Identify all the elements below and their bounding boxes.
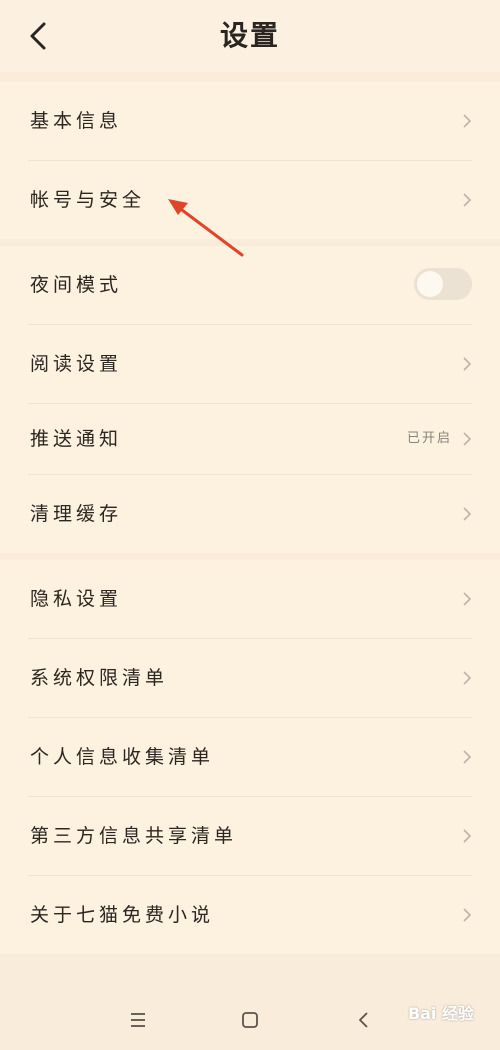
settings-row-account-security[interactable]: 帐号与安全 xyxy=(28,161,472,239)
toggle-knob xyxy=(417,271,443,297)
row-label: 阅读设置 xyxy=(30,353,123,375)
settings-group-general: 夜间模式 阅读设置 推送通知 已开启 清理缓存 xyxy=(0,246,500,553)
row-label: 个人信息收集清单 xyxy=(30,746,215,768)
row-label: 第三方信息共享清单 xyxy=(30,825,238,847)
row-label: 夜间模式 xyxy=(30,274,123,296)
chevron-right-icon xyxy=(462,907,472,923)
settings-row-push[interactable]: 推送通知 已开启 xyxy=(28,404,472,475)
row-label: 隐私设置 xyxy=(30,588,123,610)
settings-row-personal-info-list[interactable]: 个人信息收集清单 xyxy=(28,718,472,797)
page-title: 设置 xyxy=(219,19,280,52)
settings-row-clear-cache[interactable]: 清理缓存 xyxy=(28,475,472,553)
chevron-right-icon xyxy=(462,431,472,447)
nav-back-icon xyxy=(359,1012,368,1028)
settings-row-permissions[interactable]: 系统权限清单 xyxy=(28,639,472,718)
row-label: 系统权限清单 xyxy=(30,667,169,689)
header-bar: 设置 xyxy=(0,0,500,72)
menu-button[interactable] xyxy=(124,1006,152,1034)
chevron-right-icon xyxy=(462,192,472,208)
row-label: 推送通知 xyxy=(30,428,123,450)
row-label: 关于七猫免费小说 xyxy=(30,904,215,926)
chevron-right-icon xyxy=(462,113,472,129)
home-square-icon xyxy=(242,1012,258,1028)
nav-back-button[interactable] xyxy=(350,1006,378,1034)
chevron-right-icon xyxy=(462,670,472,686)
settings-row-third-party-list[interactable]: 第三方信息共享清单 xyxy=(28,797,472,876)
row-label: 帐号与安全 xyxy=(30,189,146,211)
row-label: 清理缓存 xyxy=(30,503,123,525)
settings-group-account: 基本信息 帐号与安全 xyxy=(0,82,500,239)
chevron-right-icon xyxy=(462,828,472,844)
chevron-right-icon xyxy=(462,591,472,607)
settings-group-privacy: 隐私设置 系统权限清单 个人信息收集清单 第三方信息共享清单 关于七猫免费小说 xyxy=(0,560,500,954)
watermark-logo: Bai 经验 xyxy=(407,1004,474,1023)
chevron-right-icon xyxy=(462,356,472,372)
settings-row-night-mode[interactable]: 夜间模式 xyxy=(28,246,472,325)
settings-row-basic-info[interactable]: 基本信息 xyxy=(28,82,472,161)
settings-row-privacy[interactable]: 隐私设置 xyxy=(28,560,472,639)
row-label: 基本信息 xyxy=(30,110,123,132)
settings-row-reading[interactable]: 阅读设置 xyxy=(28,325,472,404)
chevron-right-icon xyxy=(462,749,472,765)
night-mode-toggle[interactable] xyxy=(414,268,472,300)
push-status-value: 已开启 xyxy=(406,431,452,446)
home-button[interactable] xyxy=(236,1006,264,1034)
menu-icon xyxy=(131,1013,145,1027)
chevron-right-icon xyxy=(462,506,472,522)
settings-row-about[interactable]: 关于七猫免费小说 xyxy=(28,876,472,954)
